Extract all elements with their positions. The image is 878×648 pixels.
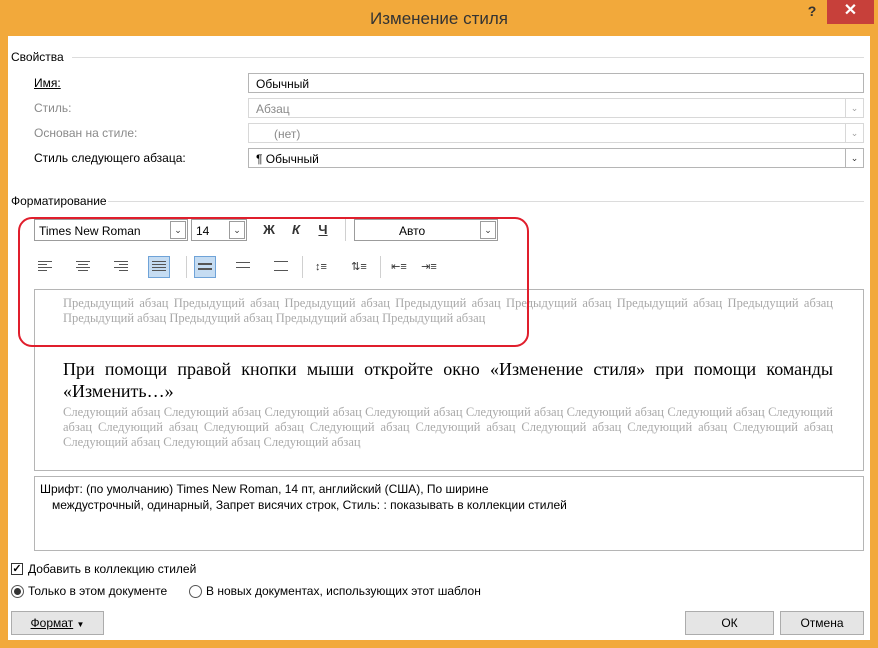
next-style-value: ¶ Обычный	[256, 152, 319, 166]
font-color-value: Авто	[399, 224, 426, 238]
preview-sample-text: При помощи правой кнопки мыши откройте о…	[63, 359, 833, 401]
description-line-1: Шрифт: (по умолчанию) Times New Roman, 1…	[40, 482, 489, 496]
space-before-icon: ↕≡	[315, 261, 327, 273]
next-style-label: Стиль следующего абзаца:	[34, 151, 186, 165]
name-label-text: Имя:	[34, 76, 61, 90]
style-description: Шрифт: (по умолчанию) Times New Roman, 1…	[34, 476, 864, 551]
based-on-label: Основан на стиле:	[34, 126, 138, 140]
style-preview: Предыдущий абзац Предыдущий абзац Предыд…	[34, 289, 864, 471]
chevron-down-icon[interactable]: ⌄	[845, 149, 863, 167]
increase-indent-button[interactable]: ⇥≡	[418, 256, 440, 278]
description-line-2: междустрочный, одинарный, Запрет висячих…	[52, 498, 567, 512]
preview-previous-paragraph: Предыдущий абзац Предыдущий абзац Предыд…	[63, 296, 833, 325]
align-right-button[interactable]	[110, 256, 132, 278]
preview-next-paragraph: Следующий абзац Следующий абзац Следующи…	[63, 405, 833, 449]
decrease-indent-icon: ⇤≡	[391, 261, 407, 273]
align-left-button[interactable]	[34, 256, 56, 278]
font-size-value: 14	[196, 224, 210, 238]
ok-button[interactable]: ОК	[685, 611, 774, 635]
based-on-select[interactable]: (нет) ⌄	[248, 123, 864, 143]
font-family-value: Times New Roman	[39, 224, 141, 238]
one-half-spacing-button[interactable]	[232, 256, 254, 278]
decrease-indent-button[interactable]: ⇤≡	[388, 256, 410, 278]
double-spacing-icon	[274, 261, 288, 273]
font-family-select[interactable]: Times New Roman ⌄	[34, 219, 188, 241]
format-button-label: Формат	[30, 616, 74, 630]
chevron-down-icon[interactable]: ⌄	[480, 221, 496, 239]
style-type-value: Абзац	[256, 102, 290, 116]
chevron-down-icon[interactable]: ⌄	[845, 99, 863, 117]
font-color-select[interactable]: Авто ⌄	[354, 219, 498, 241]
increase-indent-icon: ⇥≡	[421, 261, 437, 273]
space-decrease-icon: ⇅≡	[351, 261, 367, 273]
font-size-select[interactable]: 14 ⌄	[191, 219, 247, 241]
chevron-down-icon[interactable]: ⌄	[170, 221, 186, 239]
add-to-gallery-checkbox[interactable]: ✓	[11, 563, 23, 575]
underline-button[interactable]: Ч	[312, 219, 334, 241]
new-documents-label[interactable]: В новых документах, использующих этот ша…	[206, 584, 481, 598]
align-right-icon	[114, 261, 128, 273]
toolbar-separator	[186, 256, 187, 278]
chevron-down-icon[interactable]: ⌄	[845, 124, 863, 142]
only-this-document-radio[interactable]	[11, 585, 24, 598]
chevron-down-icon[interactable]: ⌄	[229, 221, 245, 239]
add-to-gallery-label[interactable]: Добавить в коллекцию стилей	[28, 562, 196, 576]
dialog-title: Изменение стиля	[370, 9, 508, 28]
align-justify-button[interactable]	[148, 256, 170, 278]
name-label: Имя:	[34, 76, 61, 90]
title-bar[interactable]: Изменение стиля ? ✕	[0, 0, 878, 36]
next-style-select[interactable]: ¶ Обычный ⌄	[248, 148, 864, 168]
name-field[interactable]: Обычный	[248, 73, 864, 93]
formatting-divider	[108, 201, 864, 202]
single-spacing-button[interactable]	[194, 256, 216, 278]
bold-button[interactable]: Ж	[258, 219, 280, 241]
style-type-label: Стиль:	[34, 101, 72, 115]
align-center-icon	[76, 261, 90, 273]
caret-down-icon: ▼	[76, 620, 85, 629]
based-on-value: (нет)	[274, 127, 301, 141]
dialog-window: Изменение стиля ? ✕ Свойства Имя: Обычны…	[0, 0, 878, 648]
close-button[interactable]: ✕	[827, 0, 874, 24]
format-menu-button[interactable]: Формат ▼	[11, 611, 104, 635]
toolbar-separator	[302, 256, 303, 278]
toolbar-separator	[345, 219, 346, 241]
align-left-icon	[38, 261, 52, 273]
toolbar-separator	[380, 256, 381, 278]
style-type-select[interactable]: Абзац ⌄	[248, 98, 864, 118]
help-button[interactable]: ?	[800, 3, 824, 23]
single-spacing-icon	[198, 263, 212, 275]
radio-selected-dot	[14, 588, 21, 595]
name-value: Обычный	[256, 77, 310, 91]
align-center-button[interactable]	[72, 256, 94, 278]
dialog-body: Свойства Имя: Обычный Стиль: Абзац ⌄ Осн…	[8, 36, 870, 640]
only-this-document-label[interactable]: Только в этом документе	[28, 584, 167, 598]
italic-button[interactable]: К	[285, 219, 307, 241]
space-before-decrease-button[interactable]: ⇅≡	[348, 256, 370, 278]
properties-group-label: Свойства	[11, 50, 64, 64]
one-half-spacing-icon	[236, 262, 250, 274]
double-spacing-button[interactable]	[270, 256, 292, 278]
align-justify-icon	[152, 261, 166, 273]
new-documents-radio[interactable]	[189, 585, 202, 598]
properties-divider	[72, 57, 864, 58]
space-before-increase-button[interactable]: ↕≡	[310, 256, 332, 278]
formatting-group-label: Форматирование	[11, 194, 107, 208]
cancel-button[interactable]: Отмена	[780, 611, 864, 635]
